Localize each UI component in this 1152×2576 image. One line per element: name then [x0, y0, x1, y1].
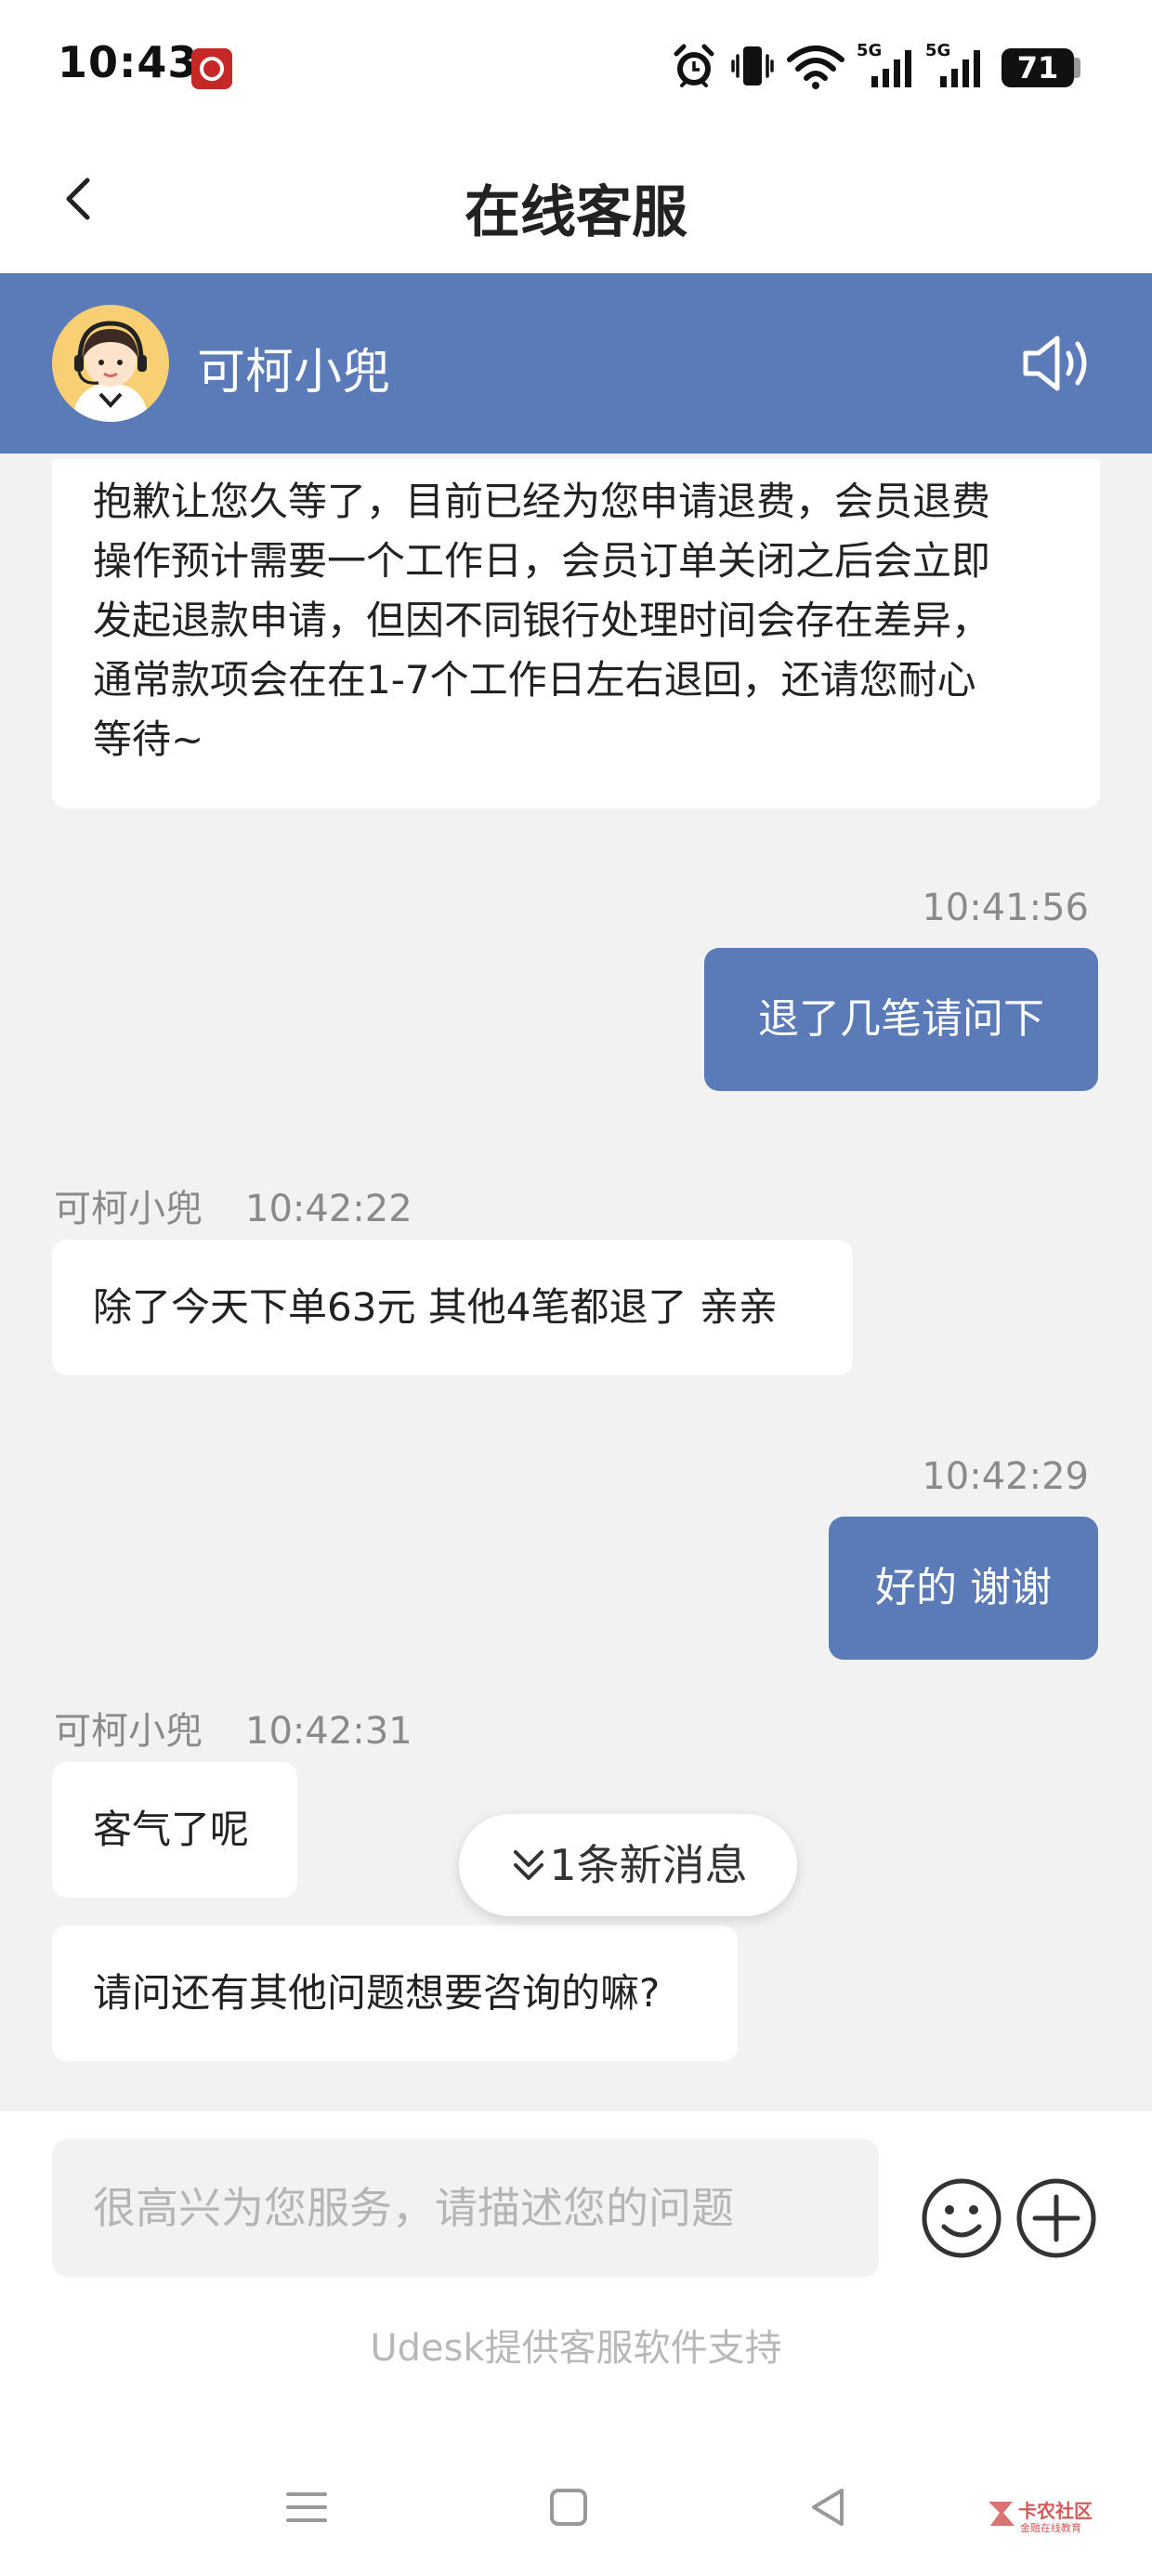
wifi-icon	[787, 46, 844, 89]
message-bubble-outgoing: 退了几笔请问下	[704, 948, 1098, 1091]
watermark-text: 卡农社区	[1018, 2500, 1093, 2522]
sender-name: 可柯小兜	[54, 1188, 203, 1230]
back-triangle-icon[interactable]	[801, 2479, 857, 2535]
message-line: 操作预计需要一个工作日，会员订单关闭之后会立即	[93, 538, 991, 584]
message-meta: 可柯小兜 10:42:31	[54, 1701, 412, 1755]
message-bubble-incoming: 除了今天下单63元 其他4笔都退了 亲亲	[52, 1240, 853, 1375]
signal-5g-icon: 5G	[925, 41, 985, 91]
home-square-icon[interactable]	[541, 2479, 596, 2535]
message-bubble-incoming: 抱歉让您久等了，目前已经为您申请退费，会员退费 操作预计需要一个工作日，会员订单…	[52, 459, 1100, 808]
status-time: 10:43	[58, 37, 199, 87]
message-bubble-outgoing: 好的 谢谢	[829, 1517, 1098, 1660]
alarm-icon	[674, 44, 714, 87]
message-line: 等待~	[93, 716, 204, 762]
speaker-icon[interactable]	[1020, 331, 1096, 396]
message-timestamp: 10:42:29	[922, 1455, 1089, 1498]
message-bubble-incoming: 请问还有其他问题想要咨询的嘛?	[52, 1925, 738, 2061]
emoji-icon[interactable]	[920, 2176, 1003, 2260]
sender-name: 可柯小兜	[54, 1710, 203, 1753]
message-line: 发起退款申请，但因不同银行处理时间会存在差异，	[93, 598, 991, 643]
plus-circle-icon[interactable]	[1015, 2176, 1098, 2260]
agent-name: 可柯小兜	[197, 345, 391, 401]
message-timestamp: 10:41:56	[922, 887, 1089, 929]
powered-by-text: Udesk提供客服软件支持	[370, 2327, 782, 2370]
message-timestamp: 10:42:22	[245, 1188, 412, 1230]
double-chevron-down-icon	[514, 1850, 544, 1880]
menu-icon[interactable]	[279, 2479, 334, 2535]
customer-service-agent-avatar	[52, 305, 169, 422]
message-meta: 可柯小兜 10:42:22	[54, 1178, 412, 1232]
message-bubble-incoming: 客气了呢	[52, 1762, 297, 1898]
vibrate-icon	[731, 46, 774, 85]
battery-icon: 71	[1001, 48, 1074, 87]
agent-header	[0, 273, 1152, 453]
new-messages-label: 1条新消息	[549, 1840, 748, 1890]
message-input[interactable]	[52, 2139, 879, 2277]
watermark-subtext: 金融在线教育	[1020, 2522, 1081, 2534]
signal-5g-icon: 5G	[857, 41, 916, 91]
new-messages-button[interactable]: 1条新消息	[459, 1814, 797, 1916]
message-line: 抱歉让您久等了，目前已经为您申请退费，会员退费	[93, 479, 991, 524]
page-title: 在线客服	[465, 180, 687, 245]
message-timestamp: 10:42:31	[245, 1710, 412, 1753]
message-line: 通常款项会在在1-7个工作日左右退回，还请您耐心	[93, 657, 976, 703]
bank-app-icon	[191, 48, 232, 89]
battery-tip	[1074, 58, 1080, 78]
